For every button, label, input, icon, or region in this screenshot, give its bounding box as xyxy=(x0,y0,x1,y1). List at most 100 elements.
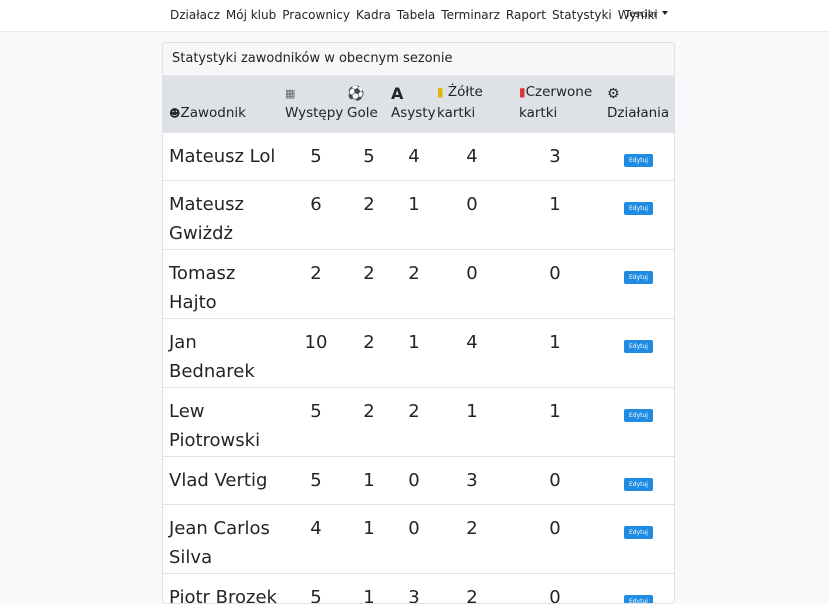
actions-cell: Edytuj xyxy=(603,180,674,249)
goals-cell: 2 xyxy=(347,387,391,456)
nav-item-moj-klub[interactable]: Mój klub xyxy=(226,8,276,22)
player-name: Mateusz Gwiżdż xyxy=(163,180,285,249)
goals-cell: 1 xyxy=(347,573,391,604)
edit-button[interactable]: Edytuj xyxy=(624,154,653,167)
header-actions-label: Działania xyxy=(607,105,669,121)
goals-cell: 2 xyxy=(347,180,391,249)
red-cards-cell: 0 xyxy=(507,573,603,604)
appearances-cell: 5 xyxy=(285,132,347,180)
nav-item-terminarz[interactable]: Terminarz xyxy=(441,8,500,22)
player-name: Jean Carlos Silva xyxy=(163,504,285,573)
nav-item-statystyki[interactable]: Statystyki xyxy=(552,8,612,22)
header-red-label-2: kartki xyxy=(519,105,557,121)
yellow-cards-cell: 0 xyxy=(437,249,507,318)
header-goals-label: Gole xyxy=(347,105,378,121)
appearances-cell: 10 xyxy=(285,318,347,387)
appearances-cell: 5 xyxy=(285,387,347,456)
yellow-cards-cell: 1 xyxy=(437,387,507,456)
appearances-cell: 2 xyxy=(285,249,347,318)
goals-cell: 1 xyxy=(347,504,391,573)
header-appearances-label: Występy xyxy=(285,105,343,121)
table-header-row: ☻Zawodnik ▦ Występy ⚽ Gole A Asysty ▮ Żó… xyxy=(163,76,674,132)
actions-cell: Edytuj xyxy=(603,318,674,387)
header-assists: A Asysty xyxy=(391,76,437,132)
soccer-ball-icon: ⚽ xyxy=(347,85,391,103)
table-row: Mateusz Lol 5 5 4 4 3 Edytuj xyxy=(163,132,674,180)
red-cards-cell: 3 xyxy=(507,132,603,180)
player-name: Vlad Vertig xyxy=(163,456,285,504)
assists-cell: 0 xyxy=(391,456,437,504)
header-player-label: Zawodnik xyxy=(180,105,246,121)
user-dropdown[interactable]: Tescior xyxy=(625,9,668,20)
red-cards-cell: 1 xyxy=(507,180,603,249)
yellow-cards-cell: 0 xyxy=(437,180,507,249)
yellow-cards-cell: 2 xyxy=(437,504,507,573)
player-name: Tomasz Hajto xyxy=(163,249,285,318)
nav-links: Działacz Mój klub Pracownicy Kadra Tabel… xyxy=(170,8,658,22)
table-row: Jean Carlos Silva 4 1 0 2 0 Edytuj xyxy=(163,504,674,573)
assists-cell: 1 xyxy=(391,318,437,387)
table-row: Jan Bednarek 10 2 1 4 1 Edytuj xyxy=(163,318,674,387)
player-name: Lew Piotrowski xyxy=(163,387,285,456)
table-row: Vlad Vertig 5 1 0 3 0 Edytuj xyxy=(163,456,674,504)
yellow-cards-cell: 4 xyxy=(437,318,507,387)
yellow-cards-cell: 4 xyxy=(437,132,507,180)
person-icon: ☻ xyxy=(169,107,180,120)
nav-item-pracownicy[interactable]: Pracownicy xyxy=(282,8,350,22)
edit-button[interactable]: Edytuj xyxy=(624,526,653,539)
table-row: Piotr Brozek 5 1 3 2 0 Edytuj xyxy=(163,573,674,604)
edit-button[interactable]: Edytuj xyxy=(624,271,653,284)
red-cards-cell: 0 xyxy=(507,504,603,573)
goals-cell: 2 xyxy=(347,249,391,318)
player-name: Jan Bednarek xyxy=(163,318,285,387)
red-cards-cell: 1 xyxy=(507,387,603,456)
table-row: Tomasz Hajto 2 2 2 0 0 Edytuj xyxy=(163,249,674,318)
player-name: Piotr Brozek xyxy=(163,573,285,604)
assists-cell: 3 xyxy=(391,573,437,604)
header-goals: ⚽ Gole xyxy=(347,76,391,132)
jersey-icon: ▦ xyxy=(285,85,347,103)
red-cards-cell: 1 xyxy=(507,318,603,387)
edit-button[interactable]: Edytuj xyxy=(624,340,653,353)
header-player: ☻Zawodnik xyxy=(163,76,285,132)
nav-item-tabela[interactable]: Tabela xyxy=(397,8,435,22)
table-row: Mateusz Gwiżdż 6 2 1 0 1 Edytuj xyxy=(163,180,674,249)
actions-cell: Edytuj xyxy=(603,387,674,456)
goals-cell: 2 xyxy=(347,318,391,387)
caret-down-icon xyxy=(662,11,668,15)
assists-cell: 2 xyxy=(391,249,437,318)
edit-button[interactable]: Edytuj xyxy=(624,595,653,604)
header-yellow-label-1: Żółte xyxy=(448,84,483,100)
edit-button[interactable]: Edytuj xyxy=(624,478,653,491)
assists-cell: 1 xyxy=(391,180,437,249)
appearances-cell: 4 xyxy=(285,504,347,573)
header-red-cards: ▮Czerwone kartki xyxy=(507,76,603,132)
card-title: Statystyki zawodników w obecnym sezonie xyxy=(163,43,674,76)
red-cards-cell: 0 xyxy=(507,456,603,504)
actions-cell: Edytuj xyxy=(603,504,674,573)
nav-item-dzialacz[interactable]: Działacz xyxy=(170,8,220,22)
edit-button[interactable]: Edytuj xyxy=(624,409,653,422)
top-navbar: Działacz Mój klub Pracownicy Kadra Tabel… xyxy=(0,0,829,32)
player-name: Mateusz Lol xyxy=(163,132,285,180)
player-stats-table: ☻Zawodnik ▦ Występy ⚽ Gole A Asysty ▮ Żó… xyxy=(163,76,674,604)
header-actions: ⚙ Działania xyxy=(603,76,674,132)
appearances-cell: 5 xyxy=(285,573,347,604)
edit-button[interactable]: Edytuj xyxy=(624,202,653,215)
red-cards-cell: 0 xyxy=(507,249,603,318)
letter-a-icon: A xyxy=(391,85,437,103)
assists-cell: 0 xyxy=(391,504,437,573)
yellow-card-icon: ▮ xyxy=(437,85,444,99)
actions-cell: Edytuj xyxy=(603,249,674,318)
nav-item-raport[interactable]: Raport xyxy=(506,8,546,22)
header-assists-label: Asysty xyxy=(391,105,436,121)
appearances-cell: 5 xyxy=(285,456,347,504)
red-card-icon: ▮ xyxy=(519,85,526,99)
nav-item-kadra[interactable]: Kadra xyxy=(356,8,391,22)
table-row: Lew Piotrowski 5 2 2 1 1 Edytuj xyxy=(163,387,674,456)
header-appearances: ▦ Występy xyxy=(285,76,347,132)
yellow-cards-cell: 2 xyxy=(437,573,507,604)
gear-icon: ⚙ xyxy=(607,85,674,103)
goals-cell: 1 xyxy=(347,456,391,504)
user-name: Tescior xyxy=(625,9,658,20)
